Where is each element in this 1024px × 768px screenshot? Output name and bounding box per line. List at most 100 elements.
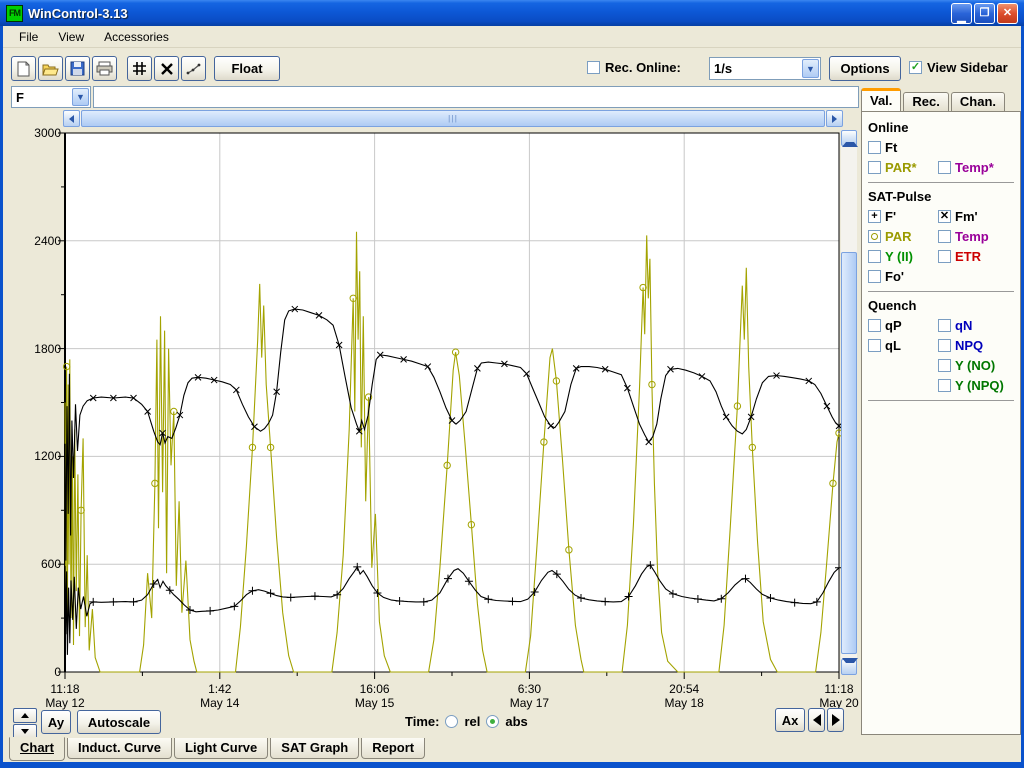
scroll-left-icon[interactable]: [63, 110, 80, 127]
chart-plot[interactable]: [57, 132, 843, 684]
sidebar-tab-rec[interactable]: Rec.: [903, 92, 948, 111]
checkbox[interactable]: [938, 339, 951, 352]
rec-online-label: Rec. Online:: [605, 60, 681, 75]
checkbox[interactable]: [868, 319, 881, 332]
y-axis-label: 2400: [17, 234, 61, 248]
x-pan-right-button[interactable]: [827, 708, 844, 732]
close-button[interactable]: ✕: [997, 3, 1018, 24]
checkbox-item-npq: NPQ: [938, 338, 1008, 353]
view-sidebar-checkbox[interactable]: ✓: [909, 61, 922, 74]
delete-curve-button[interactable]: [154, 56, 179, 81]
grid-button[interactable]: [127, 56, 152, 81]
tab-report[interactable]: Report: [361, 738, 425, 759]
new-file-icon: [16, 61, 31, 77]
sidebar-tab-val[interactable]: Val.: [861, 88, 901, 111]
tab-sat-graph[interactable]: SAT Graph: [270, 738, 359, 759]
ay-button[interactable]: Ay: [41, 710, 71, 734]
view-sidebar-label: View Sidebar: [927, 60, 1008, 75]
minimize-button[interactable]: ▁: [951, 3, 972, 24]
view-tabs: ChartInduct. CurveLight CurveSAT GraphRe…: [3, 738, 1021, 761]
checkbox-row: Y (II)ETR: [868, 249, 1014, 264]
rec-online-checkbox[interactable]: [587, 61, 600, 74]
app-window: FM WinControl-3.13 ▁ ❐ ✕ FileViewAccesso…: [0, 0, 1024, 768]
checkbox-item-par: PAR: [868, 229, 938, 244]
checkbox[interactable]: [938, 161, 951, 174]
checkbox-item-etr: ETR: [938, 249, 1008, 264]
checkbox-label: PAR: [885, 229, 911, 244]
checkbox[interactable]: [938, 379, 951, 392]
checkbox[interactable]: [938, 250, 951, 263]
rate-select[interactable]: 1/s ▼: [709, 57, 821, 80]
title-bar: FM WinControl-3.13 ▁ ❐ ✕: [0, 0, 1024, 26]
scroll-right-icon[interactable]: [826, 110, 843, 127]
checkbox-label: qP: [885, 318, 902, 333]
checkbox-label: Temp*: [955, 160, 994, 175]
scroll-down-icon[interactable]: [841, 659, 857, 675]
restore-button[interactable]: ❐: [974, 3, 995, 24]
float-button[interactable]: Float: [214, 56, 280, 81]
print-button[interactable]: [92, 56, 117, 81]
checkbox[interactable]: [868, 230, 881, 243]
checkbox[interactable]: [938, 230, 951, 243]
grid-icon: [132, 61, 147, 76]
checkbox[interactable]: [938, 359, 951, 372]
sidebar-tab-chan[interactable]: Chan.: [951, 92, 1005, 111]
options-button[interactable]: Options: [829, 56, 901, 81]
checkbox[interactable]: [868, 250, 881, 263]
checkbox[interactable]: [938, 319, 951, 332]
tab-chart[interactable]: Chart: [9, 737, 65, 761]
x-axis-time-label: 20:54: [654, 682, 714, 696]
checkbox[interactable]: ✕: [938, 210, 951, 223]
menu-item-accessories[interactable]: Accessories: [96, 28, 177, 46]
menu-item-view[interactable]: View: [50, 28, 92, 46]
sidebar: Val.Rec.Chan. OnlineFtPAR*Temp*SAT-Pulse…: [861, 88, 1023, 736]
checkbox[interactable]: [868, 161, 881, 174]
x-pan-left-button[interactable]: [808, 708, 825, 732]
checkbox-label: Fm': [955, 209, 978, 224]
checkbox-item-qn: qN: [938, 318, 1008, 333]
new-file-button[interactable]: [11, 56, 36, 81]
ax-button[interactable]: Ax: [775, 708, 805, 732]
y-axis-label: 1200: [17, 449, 61, 463]
checkbox-item-temp: Temp*: [938, 160, 1008, 175]
autoscale-button[interactable]: Autoscale: [77, 710, 161, 734]
channel-row: F ▼: [3, 86, 859, 110]
checkbox[interactable]: [868, 141, 881, 154]
curve-button[interactable]: [181, 56, 206, 81]
chart-area: ||| 30002400180012006000 11:18May 121:42…: [9, 110, 859, 738]
chevron-down-icon[interactable]: ▼: [802, 59, 819, 78]
checkbox-label: Temp: [955, 229, 989, 244]
empty-cell: [868, 378, 938, 393]
time-abs-radio[interactable]: [486, 715, 499, 728]
menu-bar: FileViewAccessories: [3, 26, 1021, 48]
value-field[interactable]: [93, 86, 859, 108]
chevron-down-icon[interactable]: ▼: [72, 88, 89, 106]
menu-item-file[interactable]: File: [11, 28, 46, 46]
h-scroll-thumb[interactable]: |||: [81, 110, 825, 127]
checkbox[interactable]: [868, 270, 881, 283]
x-axis-time-label: 1:42: [190, 682, 250, 696]
section-title: Online: [868, 120, 1014, 135]
scroll-up-icon[interactable]: [841, 130, 857, 146]
h-scroll-track[interactable]: |||: [80, 110, 826, 127]
checkbox[interactable]: +: [868, 210, 881, 223]
checkbox-row: Fo': [868, 269, 1014, 284]
y-axis-label: 0: [17, 665, 61, 679]
channel-select[interactable]: F ▼: [11, 86, 91, 108]
open-file-icon: [42, 62, 59, 76]
separator: [868, 182, 1014, 183]
checkbox-item-qp: qP: [868, 318, 938, 333]
save-icon: [70, 61, 85, 76]
time-rel-radio[interactable]: [445, 715, 458, 728]
checkbox-row: qP qN: [868, 318, 1014, 333]
v-scroll-thumb[interactable]: [841, 252, 857, 654]
checkbox[interactable]: [868, 339, 881, 352]
save-button[interactable]: [65, 56, 90, 81]
open-file-button[interactable]: [38, 56, 63, 81]
tab-light-curve[interactable]: Light Curve: [174, 738, 268, 759]
checkbox-row: PAR Temp: [868, 229, 1014, 244]
empty-cell: [868, 358, 938, 373]
tab-induct--curve[interactable]: Induct. Curve: [67, 738, 172, 759]
sidebar-panel: OnlineFtPAR*Temp*SAT-Pulse+F'✕Fm'PARTemp…: [861, 111, 1021, 735]
y-pan-up-button[interactable]: [13, 708, 37, 723]
